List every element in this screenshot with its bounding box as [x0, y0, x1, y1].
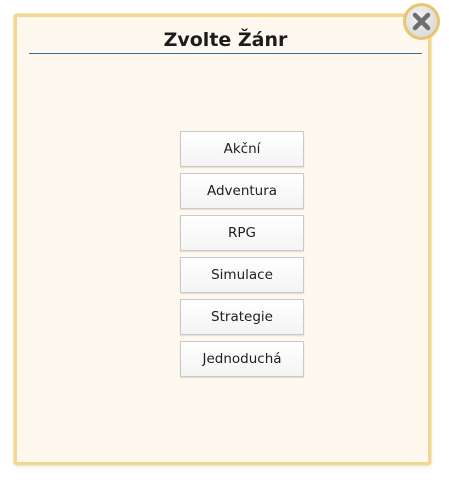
genre-button-adventura[interactable]: Adventura — [180, 173, 304, 209]
genre-button-akcni[interactable]: Akční — [180, 131, 304, 167]
genre-button-simulace[interactable]: Simulace — [180, 257, 304, 293]
dialog-title: Zvolte Žánr — [163, 29, 288, 51]
genre-button-rpg[interactable]: RPG — [180, 215, 304, 251]
dialog-header: Zvolte Žánr — [29, 29, 422, 54]
genre-button-strategie[interactable]: Strategie — [180, 299, 304, 335]
close-x-icon — [412, 12, 431, 31]
genre-dialog: Zvolte Žánr Akční Adventura RPG Simulace… — [14, 14, 431, 465]
genre-list: Akční Adventura RPG Simulace Strategie J… — [180, 131, 304, 383]
genre-button-jednoducha[interactable]: Jednoduchá — [180, 341, 304, 377]
close-button[interactable] — [403, 3, 440, 40]
